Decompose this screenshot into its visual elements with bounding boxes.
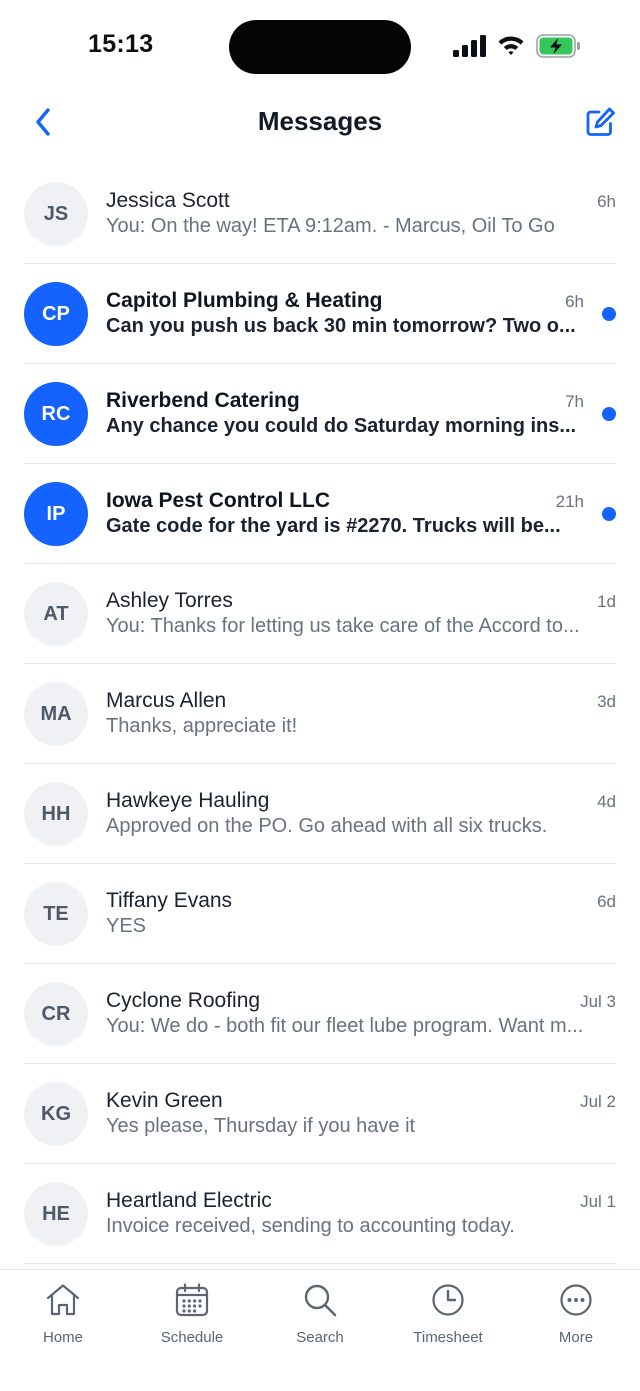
contact-name: Riverbend Catering xyxy=(106,389,300,412)
compose-button[interactable] xyxy=(580,102,620,142)
avatar: MA xyxy=(24,682,88,746)
avatar: TE xyxy=(24,882,88,946)
contact-name: Heartland Electric xyxy=(106,1189,272,1212)
avatar: RC xyxy=(24,382,88,446)
avatar: AT xyxy=(24,582,88,646)
tab-label-timesheet: Timesheet xyxy=(413,1329,483,1346)
avatar: HH xyxy=(24,782,88,846)
message-time: Jul 2 xyxy=(580,1092,616,1111)
conversation-row[interactable]: HE Heartland Electric Jul 1 Invoice receive… xyxy=(0,1164,640,1264)
tab-more[interactable]: More xyxy=(521,1280,631,1350)
message-time: 1d xyxy=(597,592,616,611)
message-preview: Approved on the PO. Go ahead with all si… xyxy=(106,815,548,837)
battery-charging-icon xyxy=(536,34,580,58)
conversation-row[interactable]: CR Cyclone Roofing Jul 3 You: We do - both … xyxy=(0,964,640,1064)
contact-name: Tiffany Evans xyxy=(106,889,233,912)
tab-home[interactable]: Home xyxy=(8,1280,118,1350)
clock-icon xyxy=(432,1284,464,1316)
avatar: CR xyxy=(24,982,88,1046)
message-preview: You: We do - both fit our fleet lube pro… xyxy=(106,1015,584,1037)
contact-name: Marcus Allen xyxy=(106,689,227,712)
calendar-icon xyxy=(175,1283,209,1317)
message-preview: YES xyxy=(106,915,147,937)
message-time: Jul 3 xyxy=(580,992,616,1011)
conversation-row[interactable]: CP Capitol Plumbing & Heating 6h Can you pu… xyxy=(0,264,640,364)
message-time: 6h xyxy=(565,292,584,311)
conversation-row[interactable]: JS Jessica Scott 6h You: On the way! ETA 9:… xyxy=(0,164,640,264)
message-preview: Gate code for the yard is #2270. Trucks … xyxy=(106,515,561,537)
tab-label-home: Home xyxy=(42,1329,83,1346)
message-time: 3d xyxy=(597,692,616,711)
conversation-row[interactable]: RC Riverbend Catering 7h Any chance you cou… xyxy=(0,364,640,464)
message-preview: You: Thanks for letting us take care of … xyxy=(106,615,580,637)
contact-name: Capitol Plumbing & Heating xyxy=(106,289,383,312)
dynamic-island xyxy=(229,20,411,74)
divider xyxy=(24,1263,616,1264)
contact-name: Hawkeye Hauling xyxy=(106,789,270,812)
contact-name: Kevin Green xyxy=(106,1089,223,1112)
status-time: 15:13 xyxy=(88,30,154,58)
avatar: CP xyxy=(24,282,88,346)
message-preview: Thanks, appreciate it! xyxy=(106,715,298,737)
conversation-row[interactable]: TE Tiffany Evans 6d YES xyxy=(0,864,640,964)
navigation-bar: Messages xyxy=(0,92,640,154)
message-time: 6d xyxy=(597,892,616,911)
unread-indicator xyxy=(602,507,616,521)
contact-name: Iowa Pest Control LLC xyxy=(106,489,331,512)
message-time: 4d xyxy=(597,792,616,811)
message-preview: Invoice received, sending to accounting … xyxy=(106,1215,515,1237)
contact-name: Cyclone Roofing xyxy=(106,989,261,1012)
message-time: 7h xyxy=(565,392,584,411)
avatar: IP xyxy=(24,482,88,546)
message-preview: Yes please, Thursday if you have it xyxy=(106,1115,416,1137)
unread-indicator xyxy=(602,407,616,421)
search-icon xyxy=(304,1284,337,1317)
conversation-row[interactable]: KG Kevin Green Jul 2 Yes please, Thursday i… xyxy=(0,1064,640,1164)
tab-label-schedule: Schedule xyxy=(160,1329,224,1346)
conversation-row[interactable]: HH Hawkeye Hauling 4d Approved on the PO. G… xyxy=(0,764,640,864)
compose-icon xyxy=(586,107,615,136)
conversation-row[interactable]: IP Iowa Pest Control LLC 21h Gate code for … xyxy=(0,464,640,564)
conversation-row[interactable]: MA Marcus Allen 3d Thanks, appreciate it! xyxy=(0,664,640,764)
more-icon xyxy=(560,1284,592,1316)
avatar: HE xyxy=(24,1182,88,1246)
conversation-row[interactable]: AT Ashley Torres 1d You: Thanks for letting… xyxy=(0,564,640,664)
page-title: Messages xyxy=(257,106,383,136)
message-time: 6h xyxy=(597,192,616,211)
message-preview: You: On the way! ETA 9:12am. - Marcus, O… xyxy=(106,215,555,237)
tab-bar: Home Schedule Search Timesheet More xyxy=(0,1269,640,1391)
contact-name: Jessica Scott xyxy=(106,189,230,212)
message-time: 21h xyxy=(555,492,584,511)
home-icon xyxy=(46,1284,80,1316)
contact-name: Ashley Torres xyxy=(106,589,233,612)
avatar: KG xyxy=(24,1082,88,1146)
tab-search[interactable]: Search xyxy=(265,1280,375,1350)
message-time: Jul 1 xyxy=(580,1192,616,1211)
wifi-icon xyxy=(498,36,524,55)
tab-schedule[interactable]: Schedule xyxy=(137,1280,247,1350)
status-bar: 15:13 xyxy=(0,0,640,92)
tab-timesheet[interactable]: Timesheet xyxy=(393,1280,503,1350)
tab-label-more: More xyxy=(558,1329,594,1346)
message-list: JS Jessica Scott 6h You: On the way! ETA 9:… xyxy=(0,164,640,1264)
avatar: JS xyxy=(24,182,88,246)
cellular-signal-icon xyxy=(453,35,486,57)
unread-indicator xyxy=(602,307,616,321)
message-preview: Any chance you could do Saturday morning… xyxy=(106,415,577,437)
message-preview: Can you push us back 30 min tomorrow? Tw… xyxy=(106,315,576,337)
tab-label-search: Search xyxy=(296,1329,344,1346)
